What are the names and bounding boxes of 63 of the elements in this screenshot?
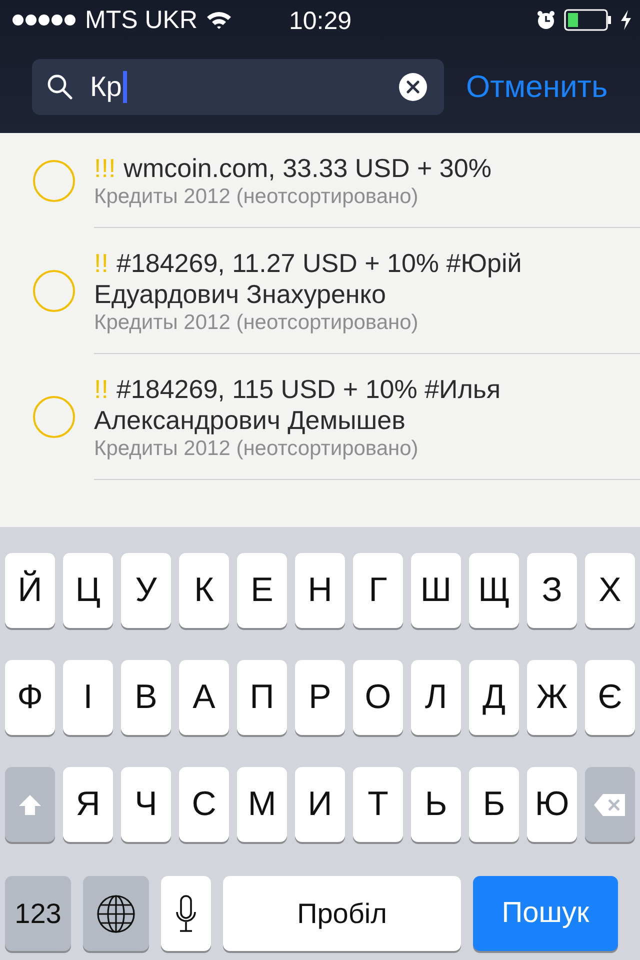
language-key[interactable] (83, 876, 149, 951)
keyboard-key[interactable]: Х (585, 553, 635, 628)
keyboard-key[interactable]: Й (5, 553, 55, 628)
keyboard-key[interactable]: Е (237, 553, 287, 628)
list-name: Кредиты 2012 (неотсортировано) (94, 184, 420, 209)
keyboard-key[interactable]: Ц (63, 553, 113, 628)
task-title: !! #184269, 11.27 USD + 10% #Юрій Едуардович Знахуренко (94, 248, 523, 310)
completion-circle[interactable] (33, 270, 75, 312)
keyboard-key[interactable]: Ю (527, 767, 577, 842)
completion-circle[interactable] (33, 160, 75, 202)
dictation-key[interactable] (161, 876, 211, 951)
alarm-clock-icon (536, 10, 556, 30)
microphone-icon (175, 894, 197, 934)
shift-icon (17, 792, 43, 816)
text-cursor (122, 71, 127, 103)
keyboard-key[interactable]: Ь (411, 767, 461, 842)
clock-time: 10:29 (289, 7, 352, 36)
clear-button[interactable] (399, 73, 427, 101)
cancel-button[interactable]: Отменить (466, 69, 608, 105)
keyboard-key[interactable]: Ч (121, 767, 171, 842)
keyboard-key[interactable]: У (121, 553, 171, 628)
keyboard-key[interactable]: І (63, 660, 113, 735)
battery-icon (564, 9, 612, 31)
globe-icon (96, 894, 136, 934)
keyboard-key[interactable]: Б (469, 767, 519, 842)
search-key[interactable]: Пошук (473, 876, 618, 951)
numbers-key[interactable]: 123 (5, 876, 71, 951)
keyboard-key[interactable]: Л (411, 660, 461, 735)
keyboard-key[interactable]: Ф (5, 660, 55, 735)
keyboard-key[interactable]: Ш (411, 553, 461, 628)
keyboard-key[interactable]: Є (585, 660, 635, 735)
list-name: Кредиты 2012 (неотсортировано) (94, 310, 420, 335)
keyboard-key[interactable]: Р (295, 660, 345, 735)
space-bar[interactable]: Пробіл (223, 876, 461, 951)
backspace-icon (593, 792, 627, 816)
keyboard-key[interactable]: В (121, 660, 171, 735)
keyboard-key[interactable]: П (237, 660, 287, 735)
delete-key[interactable] (585, 767, 635, 842)
keyboard-key[interactable]: Г (353, 553, 403, 628)
keyboard-key[interactable]: С (179, 767, 229, 842)
keyboard-key[interactable]: О (353, 660, 403, 735)
keyboard-key[interactable]: М (237, 767, 287, 842)
keyboard-key[interactable]: И (295, 767, 345, 842)
shift-key[interactable] (5, 767, 55, 842)
list-name: Кредиты 2012 (неотсортировано) (94, 436, 420, 461)
keyboard-key[interactable]: Д (469, 660, 519, 735)
carrier-name: MTS UKR (85, 6, 198, 34)
keyboard-key[interactable]: З (527, 553, 577, 628)
task-title: !! #184269, 115 USD + 10% #Илья Александрович Демышев (94, 374, 502, 436)
keyboard-key[interactable]: Щ (469, 553, 519, 628)
signal-icon (12, 13, 77, 27)
search-field[interactable]: Кр (32, 59, 444, 115)
keyboard-key[interactable]: Т (353, 767, 403, 842)
search-icon (46, 73, 74, 101)
task-title: !!! wmcoin.com, 33.33 USD + 30% (94, 153, 492, 184)
keyboard-key[interactable]: Я (63, 767, 113, 842)
keyboard-key[interactable]: Н (295, 553, 345, 628)
keyboard-key[interactable]: Ж (527, 660, 577, 735)
completion-circle[interactable] (33, 396, 75, 438)
keyboard-key[interactable]: А (179, 660, 229, 735)
charging-icon (620, 10, 632, 30)
keyboard-key[interactable]: К (179, 553, 229, 628)
wifi-icon (206, 10, 232, 30)
